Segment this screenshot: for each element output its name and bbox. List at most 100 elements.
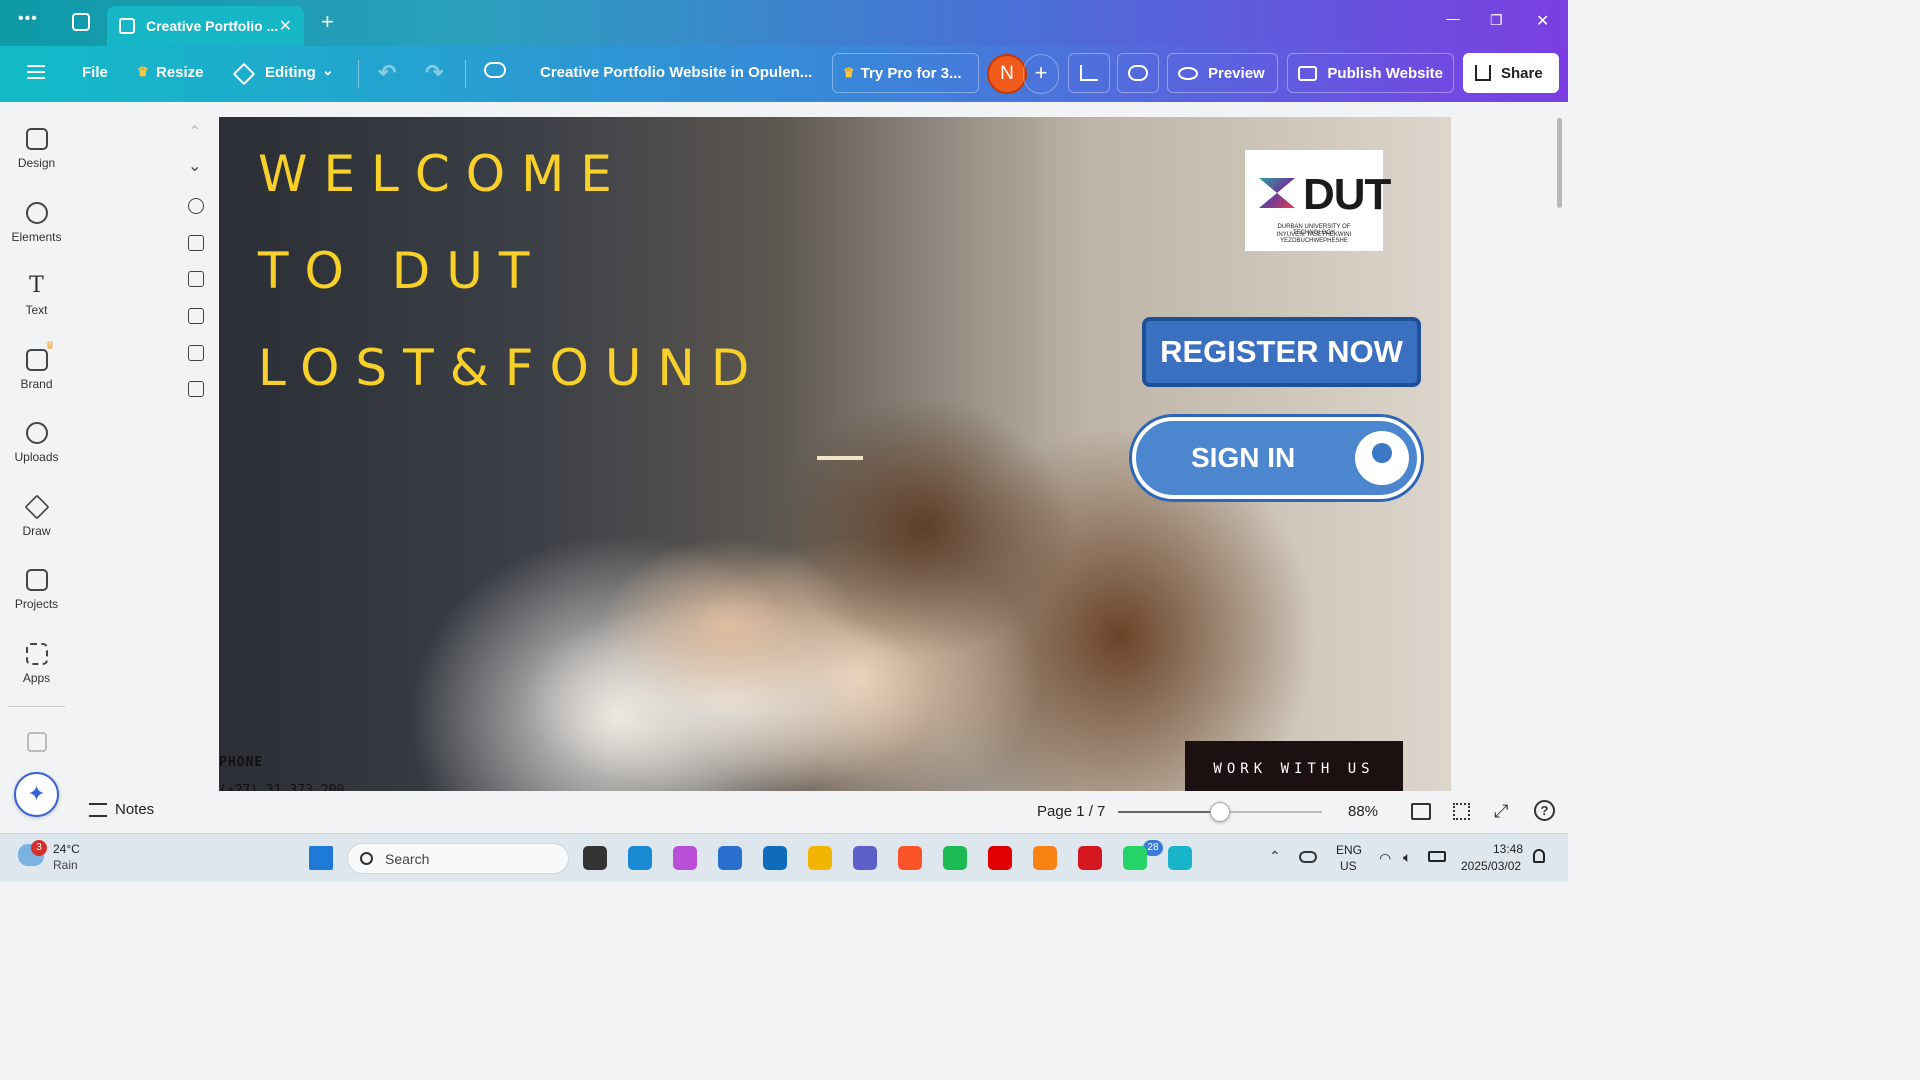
sidebar-item-label: Draw — [22, 524, 51, 538]
new-tab-button[interactable]: + — [321, 9, 334, 35]
duplicate-icon[interactable] — [188, 308, 204, 324]
search-placeholder: Search — [385, 850, 430, 867]
battery-icon[interactable] — [1428, 851, 1446, 862]
welcome-heading-line1[interactable]: WELCOME — [258, 145, 628, 203]
notification-bell-icon[interactable] — [1533, 849, 1545, 863]
help-icon[interactable]: ? — [1534, 800, 1555, 821]
onedrive-icon[interactable] — [1299, 851, 1317, 863]
add-page-icon[interactable] — [188, 381, 204, 397]
copilot-icon[interactable] — [673, 846, 697, 870]
add-collaborator-button[interactable]: + — [1023, 54, 1059, 94]
weather-temp[interactable]: 24°C — [53, 842, 80, 856]
vertical-scrollbar[interactable] — [1557, 118, 1562, 208]
chevron-down-icon[interactable]: ⌄ — [322, 62, 334, 79]
try-pro-button[interactable]: ♛ Try Pro for 3... — [832, 53, 979, 93]
close-tab-icon[interactable]: ✕ — [279, 16, 292, 36]
comments-button[interactable] — [1117, 53, 1159, 93]
sidebar-item-brand[interactable]: ♛ Brand — [0, 340, 73, 391]
language-indicator[interactable]: ENG — [1336, 843, 1362, 857]
file-explorer-taskview-icon[interactable] — [583, 846, 607, 870]
sidebar-item-text[interactable]: T Text — [0, 275, 73, 318]
editing-dropdown[interactable]: Editing — [265, 64, 316, 81]
sidebar-item-elements[interactable]: Elements — [0, 202, 73, 244]
document-title[interactable]: Creative Portfolio Website in Opulen... — [540, 64, 812, 81]
menu-dots-icon[interactable]: ••• — [18, 10, 38, 28]
user-avatar[interactable]: N — [987, 54, 1027, 94]
moodle-icon[interactable] — [1033, 846, 1057, 870]
hamburger-menu-icon[interactable] — [27, 65, 45, 79]
dut-logo[interactable]: DUT DURBAN UNIVERSITY OF TECHNOLOGY INYU… — [1245, 150, 1391, 251]
sidebar-item-apps[interactable]: Apps — [0, 643, 73, 685]
sidebar-item-draw[interactable]: Draw — [0, 494, 73, 538]
sidebar-item-uploads[interactable]: Uploads — [0, 422, 73, 464]
hide-eye-icon[interactable] — [188, 198, 204, 214]
eye-icon — [1178, 66, 1198, 80]
design-icon — [25, 128, 48, 150]
taskbar-search[interactable]: Search — [347, 843, 569, 874]
sidebar-item-design[interactable]: Design — [0, 128, 73, 170]
phone-number[interactable]: (+27) 31 373 200 — [219, 783, 344, 791]
edge-icon[interactable] — [628, 846, 652, 870]
undo-icon[interactable]: ↶ — [378, 60, 396, 86]
restore-icon[interactable]: ❐ — [1490, 12, 1503, 29]
volume-icon[interactable]: 🔈︎ — [1403, 849, 1411, 866]
page-indicator[interactable]: Page 1 / 7 — [1037, 803, 1105, 820]
grid-view-icon[interactable] — [1453, 803, 1470, 820]
spotify-icon[interactable] — [943, 846, 967, 870]
canva-icon[interactable] — [1168, 846, 1192, 870]
hand-with-keys-image — [599, 537, 859, 717]
sidebar-item-projects[interactable]: Projects — [0, 569, 73, 611]
brave-icon[interactable] — [898, 846, 922, 870]
notes-edit-icon[interactable] — [188, 235, 204, 251]
acrobat-icon[interactable] — [1078, 846, 1102, 870]
lock-icon[interactable] — [188, 271, 204, 287]
minimize-icon[interactable]: — — [1446, 10, 1460, 26]
file-menu[interactable]: File — [82, 64, 108, 81]
chevron-down-icon[interactable]: ⌄ — [188, 156, 201, 176]
folder-icon[interactable] — [808, 846, 832, 870]
phone-label[interactable]: PHONE — [219, 755, 263, 770]
chevron-up-icon[interactable]: ⌃ — [188, 122, 201, 142]
fullscreen-icon[interactable]: ⤢ — [1494, 801, 1508, 822]
browser-tab-active[interactable]: Creative Portfolio ... ✕ — [107, 6, 304, 46]
notes-button[interactable]: Notes — [89, 801, 154, 818]
sign-in-button[interactable]: SIGN IN — [1132, 417, 1421, 499]
trash-icon[interactable] — [188, 345, 204, 361]
region-indicator[interactable]: US — [1340, 859, 1357, 873]
whatsapp-icon[interactable] — [1123, 846, 1147, 870]
logo-subtitle-2: INYUVESI YASETHEKWINI YEZOBUCHWEPHESHE — [1276, 232, 1352, 244]
wifi-icon[interactable]: ◠ — [1379, 850, 1391, 867]
magic-media-icon[interactable] — [27, 732, 47, 752]
zoom-slider-thumb[interactable] — [1210, 802, 1230, 822]
redo-icon[interactable]: ↷ — [425, 60, 443, 86]
insights-button[interactable] — [1068, 53, 1110, 93]
publish-website-button[interactable]: Publish Website — [1287, 53, 1454, 93]
clock-time[interactable]: 13:48 — [1493, 842, 1523, 856]
sidebar-item-label: Design — [17, 156, 56, 170]
teams-icon[interactable] — [853, 846, 877, 870]
youtube-music-icon[interactable] — [988, 846, 1012, 870]
magic-assistant-icon[interactable]: ✦ — [14, 772, 59, 817]
close-window-icon[interactable]: ✕ — [1536, 11, 1549, 31]
welcome-heading-line2[interactable]: TO DUT — [258, 242, 545, 300]
store-icon[interactable] — [718, 846, 742, 870]
cloud-saved-icon[interactable] — [484, 62, 506, 78]
outlook-icon[interactable] — [763, 846, 787, 870]
home-icon[interactable] — [72, 13, 90, 31]
zoom-slider[interactable] — [1118, 802, 1322, 822]
chevron-up-icon[interactable]: ⌃ — [1269, 848, 1281, 865]
preview-button[interactable]: Preview — [1167, 53, 1278, 93]
design-canvas[interactable]: WELCOME TO DUT LOST&FOUND DUT DURBAN UNI… — [219, 117, 1451, 791]
weather-desc[interactable]: Rain — [53, 858, 78, 872]
clock-date[interactable]: 2025/03/02 — [1461, 859, 1521, 873]
zoom-level[interactable]: 88% — [1348, 803, 1378, 820]
start-icon[interactable] — [309, 846, 333, 870]
register-now-button[interactable]: REGISTER NOW — [1142, 317, 1421, 387]
sidebar-item-label: Elements — [11, 230, 62, 244]
notes-icon — [89, 802, 107, 817]
work-with-us-button[interactable]: WORK WITH US — [1185, 741, 1403, 791]
resize-button[interactable]: Resize — [156, 64, 204, 81]
page-view-icon[interactable] — [1411, 803, 1431, 820]
share-button[interactable]: Share — [1463, 53, 1559, 93]
welcome-heading-line3[interactable]: LOST&FOUND — [258, 339, 765, 397]
